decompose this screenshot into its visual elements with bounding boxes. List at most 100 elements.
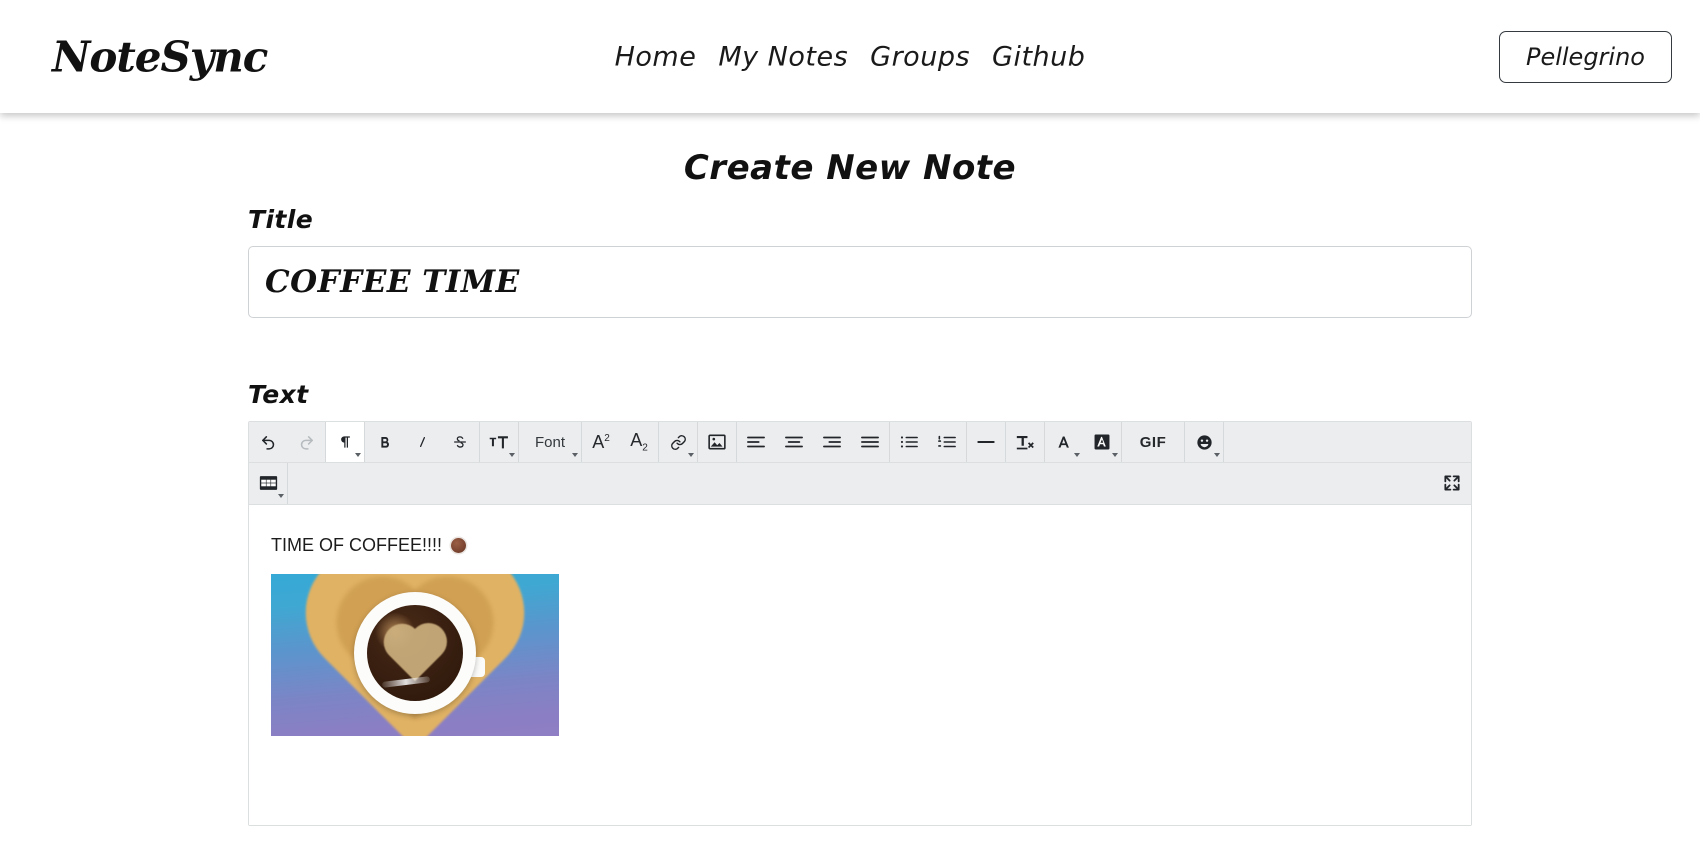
toolbar-group-script: A2 A2 [582,422,659,462]
nav-link-home[interactable]: Home [615,41,697,72]
coffee-emoji [451,538,466,553]
paragraph-style-button[interactable] [326,422,364,462]
app-page: NoteSync Home My Notes Groups Github Pel… [0,0,1700,852]
unordered-list-button[interactable] [890,422,928,462]
toolbar-group-gif: GIF [1122,422,1185,462]
toolbar-group-inline-style [365,422,480,462]
spoon-shape [382,676,431,688]
align-left-icon [747,435,765,449]
toolbar-group-image [698,422,737,462]
toolbar-group-fullscreen [1433,463,1471,504]
redo-icon [298,434,315,451]
align-justify-icon [861,435,879,449]
clear-format-icon [1016,434,1034,451]
emoji-button[interactable] [1185,422,1223,462]
strikethrough-button[interactable] [441,422,479,462]
toolbar-row-2-filler [288,463,1433,504]
subscript-icon: A2 [630,430,648,454]
fullscreen-icon [1443,474,1461,492]
chevron-down-icon [355,453,361,457]
align-center-button[interactable] [775,422,813,462]
undo-button[interactable] [249,422,287,462]
text-field-label: Text [248,380,309,409]
toolbar-row-2 [249,463,1471,504]
align-justify-button[interactable] [851,422,889,462]
nav-link-my-notes[interactable]: My Notes [718,41,848,72]
font-family-button[interactable]: Font [519,422,581,462]
font-size-icon [489,434,509,450]
strikethrough-icon [452,434,468,450]
italic-icon [415,434,430,450]
bold-button[interactable] [365,422,403,462]
pilcrow-icon [338,434,353,450]
latte-art-heart-shape [388,629,442,682]
title-input[interactable] [248,246,1472,318]
highlight-color-icon [1094,434,1110,450]
top-navbar: NoteSync Home My Notes Groups Github Pel… [0,0,1700,113]
table-icon [259,475,278,491]
emoji-icon [1196,434,1213,451]
note-paragraph-text: TIME OF COFFEE!!!! [271,535,442,555]
bold-icon [377,434,392,450]
main-content: Create New Note Title Text [0,113,1700,852]
horizontal-rule-button[interactable] [967,422,1005,462]
nav-link-groups[interactable]: Groups [870,41,970,72]
toolbar-group-table [249,463,288,504]
subscript-button[interactable]: A2 [620,422,658,462]
font-size-button[interactable] [480,422,518,462]
rich-text-editor: Font A2 A2 GIF TIME OF COFFEE!!!! [248,421,1472,826]
brand-logo[interactable]: NoteSync [52,32,268,81]
note-paragraph: TIME OF COFFEE!!!! [271,535,1449,556]
toolbar-group-font-family: Font [519,422,582,462]
chevron-down-icon [1214,453,1220,457]
title-field-label: Title [248,205,314,234]
gif-label: GIF [1139,433,1167,451]
insert-image-button[interactable] [698,422,736,462]
align-center-icon [785,435,803,449]
toolbar-group-colors [1045,422,1122,462]
note-embedded-image[interactable] [271,574,559,736]
toolbar-group-font-size [480,422,519,462]
insert-gif-button[interactable]: GIF [1122,422,1184,462]
chevron-down-icon [1074,453,1080,457]
clear-formatting-button[interactable] [1006,422,1044,462]
align-left-button[interactable] [737,422,775,462]
user-menu-button[interactable]: Pellegrino [1498,30,1672,83]
horizontal-rule-icon [977,438,995,446]
ordered-list-button[interactable] [928,422,966,462]
chevron-down-icon [688,453,694,457]
chevron-down-icon [509,453,515,457]
numbered-list-icon [938,435,956,449]
chevron-down-icon [1112,453,1118,457]
redo-button[interactable] [287,422,325,462]
toolbar-group-alignment [737,422,890,462]
text-color-button[interactable] [1045,422,1083,462]
coffee-cup-shape [354,592,476,715]
chevron-down-icon [572,453,578,457]
align-right-button[interactable] [813,422,851,462]
toolbar-group-history [249,422,326,462]
undo-icon [260,434,277,451]
insert-table-button[interactable] [249,463,287,503]
main-navigation: Home My Notes Groups Github [615,41,1086,72]
toolbar-row-1-filler [1224,422,1471,462]
superscript-button[interactable]: A2 [582,422,620,462]
font-family-label: Font [534,433,565,451]
form-spacer [248,318,1472,380]
coffee-surface-shape [367,605,463,702]
italic-button[interactable] [403,422,441,462]
create-note-form: Title Text [248,205,1472,826]
image-icon [708,434,726,450]
link-icon [670,434,687,451]
bullet-list-icon [900,435,918,449]
superscript-icon: A2 [592,431,610,452]
nav-link-github[interactable]: Github [992,41,1085,72]
toolbar-group-lists [890,422,967,462]
fullscreen-button[interactable] [1433,463,1471,503]
highlight-color-button[interactable] [1083,422,1121,462]
link-button[interactable] [659,422,697,462]
chevron-down-icon [278,494,284,498]
toolbar-group-emoji [1185,422,1224,462]
editor-content-area[interactable]: TIME OF COFFEE!!!! [249,505,1471,825]
toolbar-group-rule [967,422,1006,462]
